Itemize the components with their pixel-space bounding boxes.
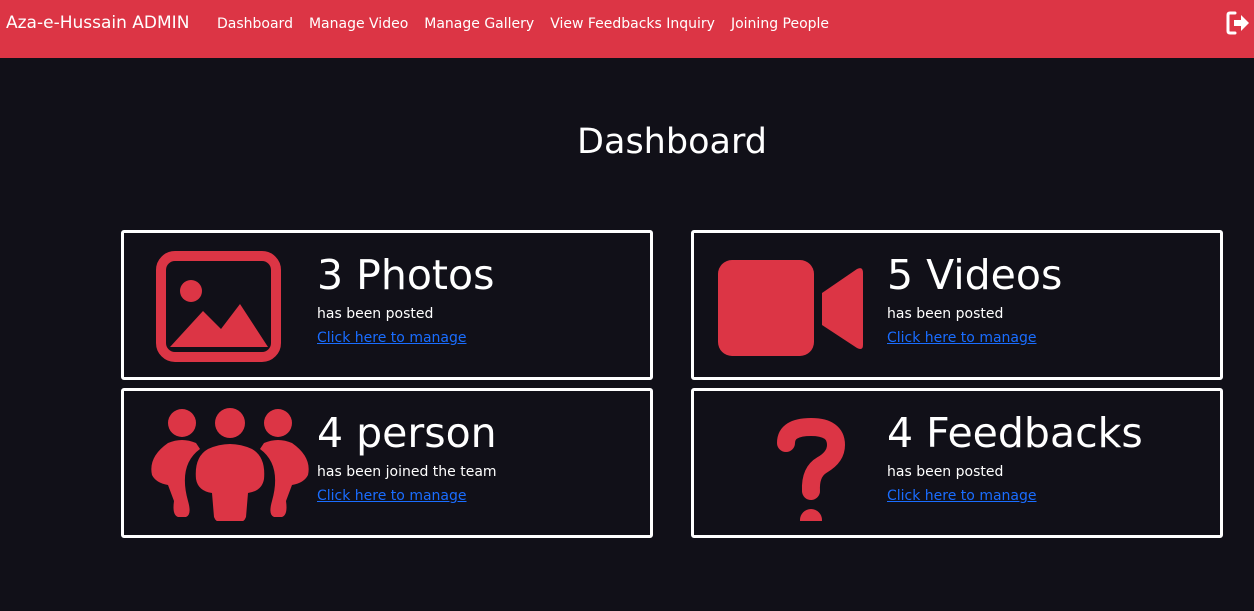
nav-link-dashboard[interactable]: Dashboard bbox=[217, 16, 293, 32]
nav-link-manage-gallery[interactable]: Manage Gallery bbox=[424, 16, 534, 32]
manage-feedbacks-link[interactable]: Click here to manage bbox=[887, 487, 1036, 505]
persons-subtitle: has been joined the team bbox=[317, 464, 497, 480]
brand-link[interactable]: Aza-e-Hussain ADMIN bbox=[6, 13, 189, 33]
image-icon bbox=[148, 247, 288, 363]
nav-link-manage-video[interactable]: Manage Video bbox=[309, 16, 408, 32]
manage-photos-link[interactable]: Click here to manage bbox=[317, 329, 466, 347]
manage-videos-link[interactable]: Click here to manage bbox=[887, 329, 1036, 347]
logout-icon[interactable] bbox=[1225, 10, 1251, 36]
manage-persons-link[interactable]: Click here to manage bbox=[317, 487, 466, 505]
question-icon bbox=[718, 405, 858, 531]
photos-subtitle: has been posted bbox=[317, 306, 434, 322]
feedbacks-card: 4 Feedbacks has been posted Click here t… bbox=[691, 388, 1223, 538]
feedbacks-count: 4 Feedbacks bbox=[887, 409, 1143, 457]
users-icon bbox=[148, 405, 309, 523]
videos-card: 5 Videos has been posted Click here to m… bbox=[691, 230, 1223, 380]
photos-card: 3 Photos has been posted Click here to m… bbox=[121, 230, 653, 380]
videos-subtitle: has been posted bbox=[887, 306, 1004, 322]
nav-link-view-feedbacks[interactable]: View Feedbacks Inquiry bbox=[550, 16, 715, 32]
persons-card: 4 person has been joined the team Click … bbox=[121, 388, 653, 538]
persons-count: 4 person bbox=[317, 409, 497, 457]
nav-links: Dashboard Manage Video Manage Gallery Vi… bbox=[217, 16, 829, 32]
video-camera-icon bbox=[718, 247, 863, 363]
videos-count: 5 Videos bbox=[887, 251, 1063, 299]
feedbacks-subtitle: has been posted bbox=[887, 464, 1004, 480]
top-navbar: Aza-e-Hussain ADMIN Dashboard Manage Vid… bbox=[0, 0, 1254, 58]
nav-link-joining-people[interactable]: Joining People bbox=[731, 16, 829, 32]
photos-count: 3 Photos bbox=[317, 251, 495, 299]
page-title: Dashboard bbox=[577, 122, 767, 162]
